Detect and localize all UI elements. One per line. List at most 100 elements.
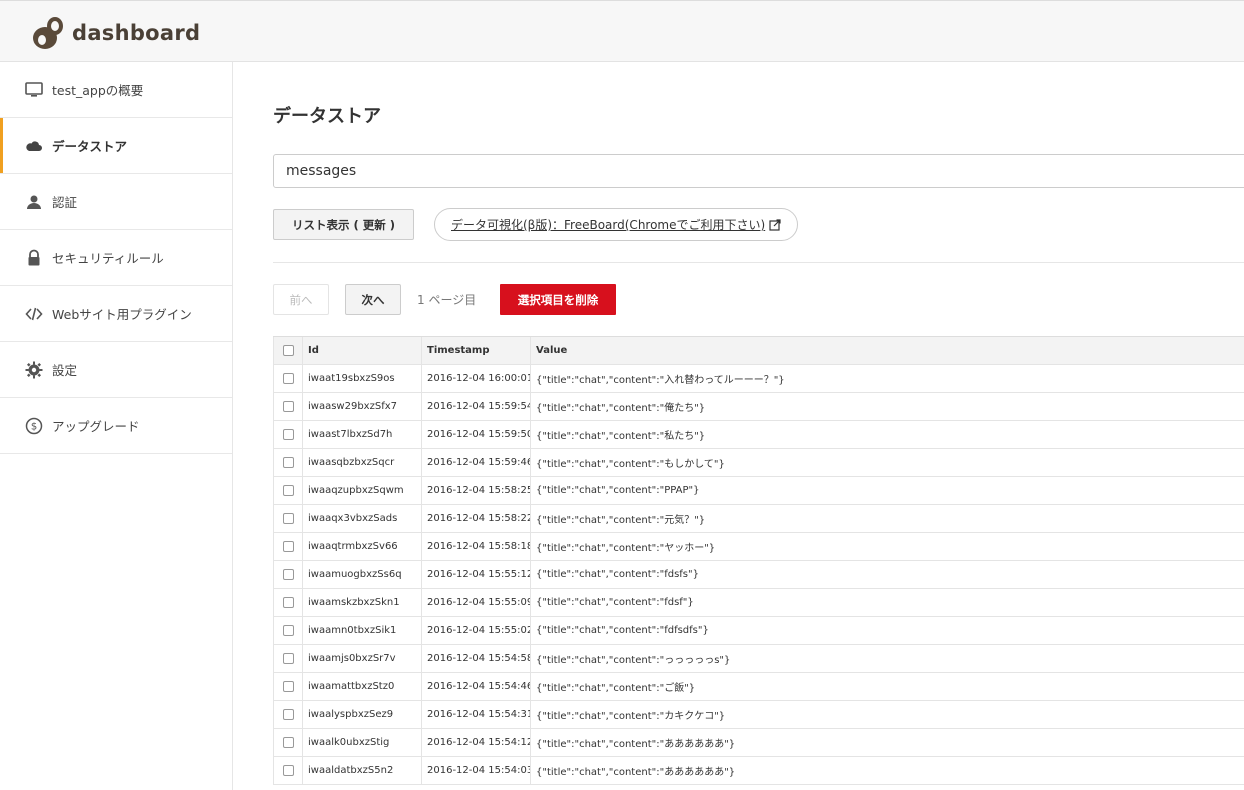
table-header-row: Id Timestamp Value — [273, 337, 1244, 365]
delete-selected-button[interactable]: 選択項目を削除 — [500, 284, 616, 315]
table-row[interactable]: iwaamskzbxzSkn1 2016-12-04 15:55:09 {"titl… — [273, 589, 1244, 617]
lock-icon — [24, 248, 44, 268]
row-checkbox[interactable] — [282, 513, 294, 524]
next-page-button[interactable]: 次へ — [345, 284, 401, 315]
logo[interactable]: dashboard — [30, 15, 200, 51]
row-checkbox[interactable] — [282, 373, 294, 384]
table-row[interactable]: iwaalyspbxzSez9 2016-12-04 15:54:31 {"titl… — [273, 701, 1244, 729]
table-row[interactable]: iwaamattbxzStz0 2016-12-04 15:54:46 {"titl… — [273, 673, 1244, 701]
top-header: dashboard — [0, 0, 1244, 62]
sidebar-item-datastore[interactable]: データストア — [0, 118, 232, 174]
row-checkbox[interactable] — [282, 737, 294, 748]
cell-id: iwaaqzupbxzSqwm — [303, 477, 422, 504]
table-row[interactable]: iwaamjs0bxzSr7v 2016-12-04 15:54:58 {"titl… — [273, 645, 1244, 673]
header-id[interactable]: Id — [303, 337, 422, 364]
main-content: データストア リスト表示 ( 更新 ) データ可視化(β版)：FreeBoard… — [233, 62, 1244, 790]
row-checkbox[interactable] — [282, 681, 294, 692]
row-checkbox-cell — [273, 701, 303, 728]
cell-value: {"title":"chat","content":"PPAP"} — [536, 485, 700, 496]
select-all-checkbox[interactable] — [282, 345, 294, 356]
row-checkbox[interactable] — [282, 429, 294, 440]
cell-id: iwaaqtrmbxzSv66 — [303, 533, 422, 560]
sidebar-item-overview[interactable]: test_appの概要 — [0, 62, 232, 118]
cell-id: iwaasw29bxzSfx7 — [303, 393, 422, 420]
cell-id: iwaamskzbxzSkn1 — [303, 589, 422, 616]
row-checkbox[interactable] — [282, 569, 294, 580]
row-checkbox[interactable] — [282, 485, 294, 496]
sidebar-item-security-rules[interactable]: セキュリティルール — [0, 230, 232, 286]
row-checkbox[interactable] — [282, 625, 294, 636]
svg-text:$: $ — [31, 421, 37, 432]
table-row[interactable]: iwaamuogbxzSs6q 2016-12-04 15:55:12 {"titl… — [273, 561, 1244, 589]
cell-value: {"title":"chat","content":"私たち"} — [536, 431, 706, 442]
cell-id: iwaaldatbxzS5n2 — [303, 757, 422, 784]
cell-value: {"title":"chat","content":"fdfsdfs"} — [536, 625, 709, 636]
row-checkbox[interactable] — [282, 709, 294, 720]
sidebar-item-label: 認証 — [52, 195, 78, 210]
cell-value: {"title":"chat","content":"ご飯"} — [536, 683, 696, 694]
cell-timestamp: 2016-12-04 15:58:25 — [422, 477, 531, 504]
cell-id: iwaamn0tbxzSik1 — [303, 617, 422, 644]
sidebar-item-settings[interactable]: 設定 — [0, 342, 232, 398]
divider — [273, 262, 1244, 263]
cell-id: iwaalk0ubxzStig — [303, 729, 422, 756]
table-row[interactable]: iwaaqx3vbxzSads 2016-12-04 15:58:22 {"titl… — [273, 505, 1244, 533]
dollar-icon: $ — [24, 416, 44, 436]
row-checkbox-cell — [273, 505, 303, 532]
row-checkbox[interactable] — [282, 765, 294, 776]
header-value[interactable]: Value — [531, 337, 1244, 364]
cell-timestamp: 2016-12-04 16:00:01 — [422, 365, 531, 392]
row-checkbox[interactable] — [282, 401, 294, 412]
table-row[interactable]: iwaat19sbxzS9os 2016-12-04 16:00:01 {"titl… — [273, 365, 1244, 393]
table-row[interactable]: iwaasqbzbxzSqcr 2016-12-04 15:59:46 {"titl… — [273, 449, 1244, 477]
class-name-input[interactable] — [273, 154, 1244, 188]
cell-value: {"title":"chat","content":"俺たち"} — [536, 403, 706, 414]
row-checkbox-cell — [273, 477, 303, 504]
table-row[interactable]: iwaast7lbxzSd7h 2016-12-04 15:59:50 {"titl… — [273, 421, 1244, 449]
cell-timestamp: 2016-12-04 15:55:12 — [422, 561, 531, 588]
row-checkbox-cell — [273, 589, 303, 616]
row-checkbox-cell — [273, 729, 303, 756]
table-row[interactable]: iwaalk0ubxzStig 2016-12-04 15:54:12 {"titl… — [273, 729, 1244, 757]
cell-value: {"title":"chat","content":"入れ替わってルーーー？"} — [536, 375, 785, 386]
page-title: データストア — [273, 106, 381, 127]
table-row[interactable]: iwaamn0tbxzSik1 2016-12-04 15:55:02 {"titl… — [273, 617, 1244, 645]
table-row[interactable]: iwaaqtrmbxzSv66 2016-12-04 15:58:18 {"titl… — [273, 533, 1244, 561]
cell-timestamp: 2016-12-04 15:54:03 — [422, 757, 531, 784]
sidebar-item-web-plugin[interactable]: Webサイト用プラグイン — [0, 286, 232, 342]
header-timestamp[interactable]: Timestamp — [422, 337, 531, 364]
code-icon — [24, 304, 44, 324]
cell-timestamp: 2016-12-04 15:54:58 — [422, 645, 531, 672]
cell-id: iwaasqbzbxzSqcr — [303, 449, 422, 476]
freeboard-link[interactable]: データ可視化(β版)：FreeBoard(Chromeでご利用下さい) — [434, 208, 799, 241]
cell-timestamp: 2016-12-04 15:58:18 — [422, 533, 531, 560]
cell-value: {"title":"chat","content":"fdsfs"} — [536, 569, 699, 580]
row-checkbox[interactable] — [282, 653, 294, 664]
row-checkbox[interactable] — [282, 597, 294, 608]
cell-timestamp: 2016-12-04 15:54:46 — [422, 673, 531, 700]
cell-timestamp: 2016-12-04 15:59:46 — [422, 449, 531, 476]
sidebar: test_appの概要 データストア 認証 セキュリティルール Webサイト用プ… — [0, 62, 233, 790]
sidebar-item-upgrade[interactable]: $ アップグレード — [0, 398, 232, 454]
table-row[interactable]: iwaasw29bxzSfx7 2016-12-04 15:59:54 {"titl… — [273, 393, 1244, 421]
sidebar-item-label: セキュリティルール — [52, 251, 164, 266]
table-row[interactable]: iwaaqzupbxzSqwm 2016-12-04 15:58:25 {"titl… — [273, 477, 1244, 505]
prev-page-button[interactable]: 前へ — [273, 284, 329, 315]
cell-timestamp: 2016-12-04 15:55:09 — [422, 589, 531, 616]
data-table: Id Timestamp Value iwaat19sbxzS9os 2016-1… — [273, 336, 1244, 785]
row-checkbox-cell — [273, 449, 303, 476]
cell-id: iwaamjs0bxzSr7v — [303, 645, 422, 672]
row-checkbox[interactable] — [282, 541, 294, 552]
cloud-icon — [24, 136, 44, 156]
user-icon — [24, 192, 44, 212]
cell-timestamp: 2016-12-04 15:55:02 — [422, 617, 531, 644]
cell-timestamp: 2016-12-04 15:58:22 — [422, 505, 531, 532]
cell-id: iwaaqx3vbxzSads — [303, 505, 422, 532]
list-refresh-button[interactable]: リスト表示 ( 更新 ) — [273, 209, 414, 240]
cell-value: {"title":"chat","content":"ああああああ"} — [536, 767, 736, 778]
cell-timestamp: 2016-12-04 15:54:12 — [422, 729, 531, 756]
table-row[interactable]: iwaaldatbxzS5n2 2016-12-04 15:54:03 {"titl… — [273, 757, 1244, 785]
row-checkbox[interactable] — [282, 457, 294, 468]
sidebar-item-label: アップグレード — [52, 419, 140, 434]
sidebar-item-auth[interactable]: 認証 — [0, 174, 232, 230]
